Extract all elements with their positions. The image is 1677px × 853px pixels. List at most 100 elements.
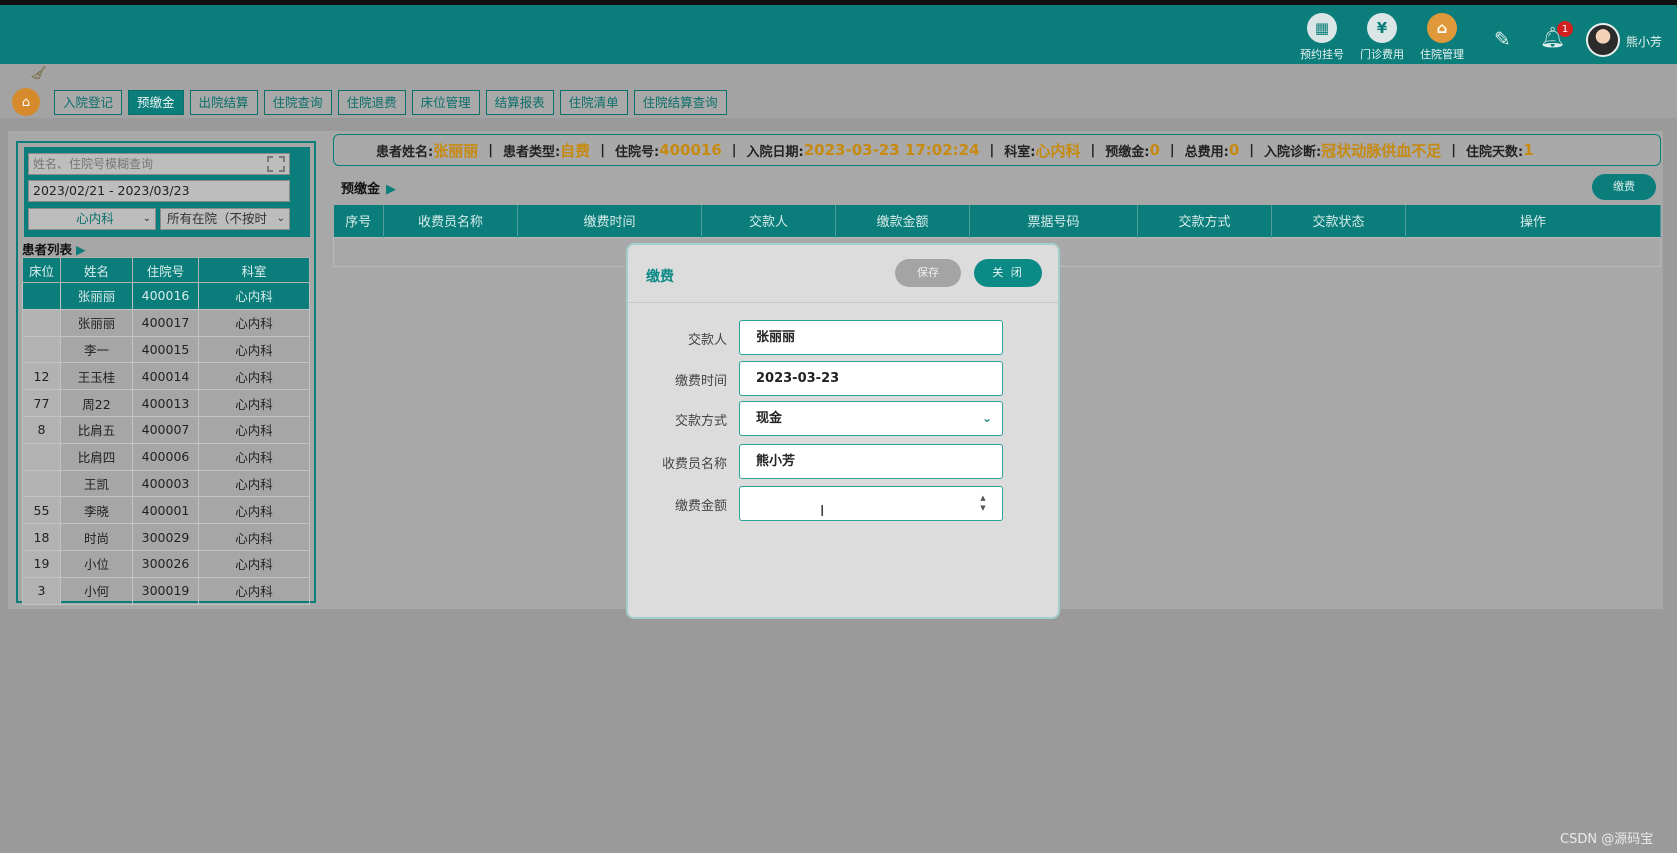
patient-list-title: 患者列表 ▶ xyxy=(22,239,86,258)
name-cell: 李一 xyxy=(60,335,133,364)
dept-cell: 心内科 xyxy=(198,282,310,310)
bed-cell: 19 xyxy=(22,549,61,578)
close-button[interactable]: 关 闭 xyxy=(974,259,1042,287)
nav-inpatient-management[interactable]: ⌂ 住院管理 xyxy=(1412,13,1472,62)
dialog-title: 缴费 xyxy=(646,269,674,285)
patient-row[interactable]: 张丽丽 400017 心内科 xyxy=(22,308,310,337)
menu-settlement-report[interactable]: 结算报表 xyxy=(485,90,554,115)
bed-icon: ⌂ xyxy=(1427,13,1457,43)
name-cell: 张丽丽 xyxy=(60,282,133,310)
name-cell: 小位 xyxy=(60,549,133,578)
patient-list-title-text: 患者列表 xyxy=(22,242,73,257)
col-inpatient-no: 住院号 xyxy=(132,257,199,283)
deposit-section-title: 预缴金 ▶ xyxy=(341,178,396,197)
patient-row[interactable]: 8 比肩五 400007 心内科 xyxy=(22,415,310,444)
patient-row[interactable]: 12 王玉桂 400014 心内科 xyxy=(22,362,310,391)
diagnosis-label: 入院诊断: xyxy=(1264,144,1322,160)
pay-method-row: 交款方式 现金 ⌄ xyxy=(628,401,1058,437)
diagnosis-value: 冠状动脉供血不足 xyxy=(1321,141,1442,160)
col-seq: 序号 xyxy=(333,205,384,237)
menu-inpatient-query[interactable]: 住院查询 xyxy=(263,90,332,115)
patient-row[interactable]: 李一 400015 心内科 xyxy=(22,335,310,364)
patient-row[interactable]: 55 李晓 400001 心内科 xyxy=(22,496,310,525)
bed-cell xyxy=(22,442,61,471)
amount-field[interactable]: I ▲ ▼ xyxy=(739,486,1003,521)
name-cell: 时尚 xyxy=(60,523,133,551)
dept-select[interactable]: 心内科 ⌄ xyxy=(28,208,156,230)
deposit-value: 0 xyxy=(1149,141,1160,159)
col-cashier: 收费员名称 xyxy=(383,205,518,237)
date-range-input[interactable]: 2023/02/21 - 2023/03/23 xyxy=(28,180,290,202)
yen-icon: ¥ xyxy=(1367,13,1397,43)
chevron-down-icon: ⌄ xyxy=(142,213,151,224)
edit-icon[interactable]: ✎ xyxy=(1494,27,1511,51)
patient-row[interactable]: 77 周22 400013 心内科 xyxy=(22,389,310,417)
menu-deposit[interactable]: 预缴金 xyxy=(128,90,184,115)
bed-home-icon[interactable]: ⌂ xyxy=(12,88,40,116)
col-payer: 交款人 xyxy=(701,205,836,237)
amount-row: 缴费金额 I ▲ ▼ xyxy=(628,486,1058,522)
menu-refund[interactable]: 住院退费 xyxy=(337,90,406,115)
name-cell: 比肩四 xyxy=(60,442,133,471)
function-menu: 入院登记 预缴金 出院结算 住院查询 住院退费 床位管理 结算报表 住院清单 住… xyxy=(54,90,727,115)
scan-icon[interactable] xyxy=(267,156,285,172)
bed-cell xyxy=(22,335,61,364)
menu-discharge-settlement[interactable]: 出院结算 xyxy=(189,90,258,115)
save-button[interactable]: 保存 xyxy=(895,259,961,287)
pay-method-label: 交款方式 xyxy=(674,414,727,429)
nav-appointment[interactable]: ▦ 预约挂号 xyxy=(1292,13,1352,62)
bed-cell xyxy=(22,282,61,310)
cashier-field[interactable]: 熊小芳 xyxy=(739,444,1003,479)
patient-row[interactable]: 19 小位 300026 心内科 xyxy=(22,549,310,578)
col-actions: 操作 xyxy=(1405,205,1661,237)
dialog-header: 缴费 保存 关 闭 xyxy=(628,245,1058,303)
bed-cell xyxy=(22,469,61,498)
status-select[interactable]: 所有在院（不按时 ⌄ xyxy=(160,208,290,230)
pay-time-field[interactable]: 2023-03-23 xyxy=(739,361,1003,396)
nav-outpatient-fees[interactable]: ¥ 门诊费用 xyxy=(1352,13,1412,62)
bed-cell xyxy=(22,308,61,337)
avatar[interactable] xyxy=(1586,23,1620,57)
pay-time-label: 缴费时间 xyxy=(674,374,727,389)
patient-row[interactable]: 18 时尚 300029 心内科 xyxy=(22,523,310,551)
payer-field[interactable]: 张丽丽 xyxy=(739,320,1003,355)
days-label: 住院天数: xyxy=(1465,144,1524,160)
payer-row: 交款人 张丽丽 xyxy=(628,320,1058,356)
dept-label: 科室: xyxy=(1004,144,1036,160)
search-placeholder: 姓名、住院号模糊查询 xyxy=(33,157,154,171)
bed-cell: 8 xyxy=(22,415,61,444)
inpatient-no-cell: 400015 xyxy=(132,335,199,364)
name-cell: 小何 xyxy=(60,576,133,605)
inpatient-no-cell: 400001 xyxy=(132,496,199,525)
total-value: 0 xyxy=(1228,141,1240,159)
cashier-row: 收费员名称 熊小芳 xyxy=(628,444,1058,480)
inpatient-no-cell: 400006 xyxy=(132,442,199,471)
patient-row[interactable]: 比肩四 400006 心内科 xyxy=(22,442,310,471)
menu-bed-management[interactable]: 床位管理 xyxy=(411,90,480,115)
pay-button[interactable]: 缴费 xyxy=(1592,174,1656,200)
menu-settlement-query[interactable]: 住院结算查询 xyxy=(633,90,727,115)
patient-row[interactable]: 王凯 400003 心内科 xyxy=(22,469,310,498)
col-name: 姓名 xyxy=(60,257,133,283)
bed-cell: 18 xyxy=(22,523,61,551)
menu-admission[interactable]: 入院登记 xyxy=(54,90,123,115)
broom-icon[interactable]: 🧹︎ xyxy=(30,66,47,81)
username[interactable]: 熊小芳 xyxy=(1626,33,1662,50)
dept-cell: 心内科 xyxy=(198,415,310,444)
triangle-right-icon: ▶ xyxy=(386,182,397,197)
notification-badge: 1 xyxy=(1557,21,1573,37)
col-bed: 床位 xyxy=(22,257,61,283)
chevron-down-icon: ⌄ xyxy=(276,213,285,224)
chevron-down-icon: ⌄ xyxy=(981,411,992,425)
patient-type: 自费 xyxy=(560,141,591,160)
menu-inpatient-bill[interactable]: 住院清单 xyxy=(559,90,628,115)
inpatient-no-cell: 400014 xyxy=(132,362,199,391)
pay-method-select[interactable]: 现金 ⌄ xyxy=(739,401,1003,436)
filter-box: 姓名、住院号模糊查询 2023/02/21 - 2023/03/23 心内科 ⌄… xyxy=(24,147,310,237)
search-input[interactable]: 姓名、住院号模糊查询 xyxy=(28,153,290,175)
number-spinner[interactable]: ▲ ▼ xyxy=(978,493,988,513)
inpatient-no-cell: 300029 xyxy=(132,523,199,551)
dept-select-value: 心内科 xyxy=(76,211,114,226)
patient-row[interactable]: 张丽丽 400016 心内科 xyxy=(22,282,310,310)
patient-row[interactable]: 3 小何 300019 心内科 xyxy=(22,576,310,605)
